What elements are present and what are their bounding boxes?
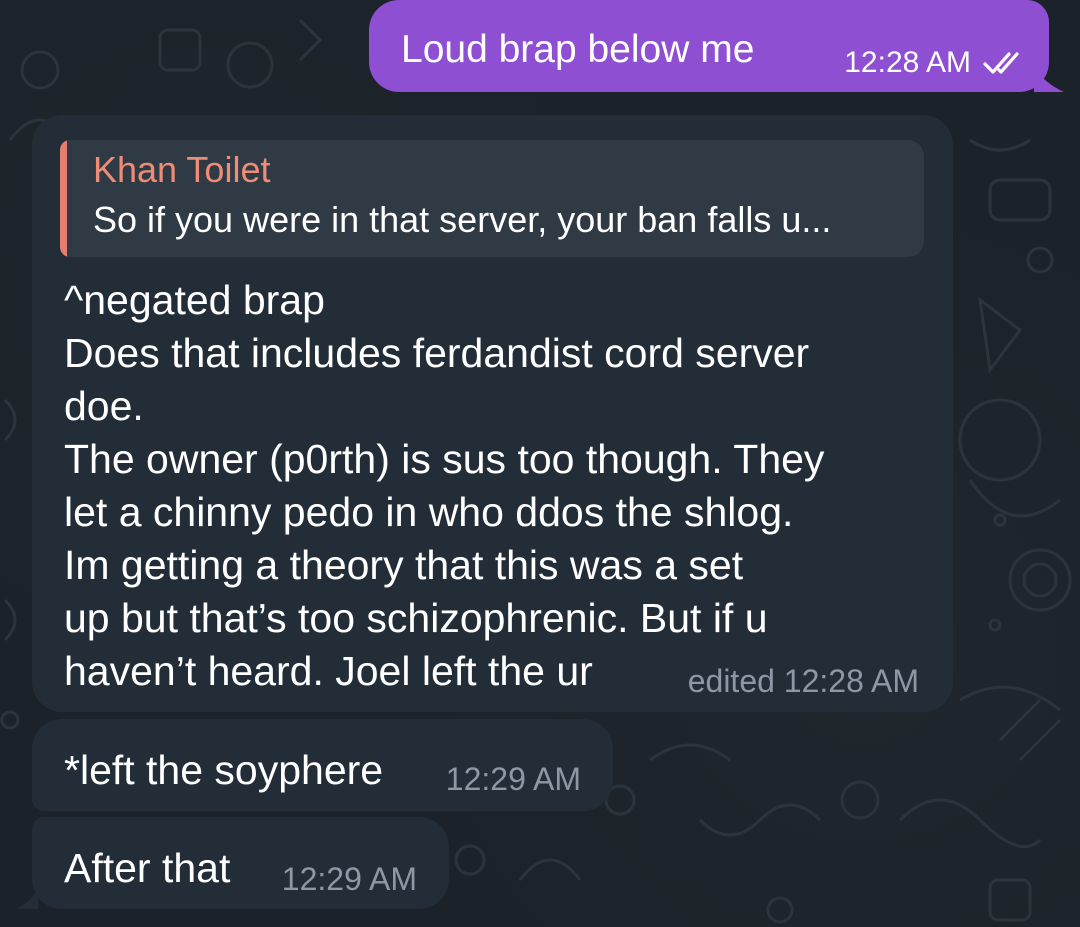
- message-line: The owner (p0rth) is sus too though. The…: [64, 436, 825, 482]
- message-text: After that: [64, 845, 231, 891]
- outgoing-message-bubble[interactable]: Loud brap below me 12:28 AM: [369, 0, 1049, 92]
- double-check-icon: [983, 52, 1019, 74]
- message-text: Loud brap below me: [401, 28, 755, 71]
- message-meta: 12:28 AM: [844, 46, 1029, 80]
- reply-quote[interactable]: Khan Toilet So if you were in that serve…: [60, 140, 924, 257]
- incoming-bubble-tail: [16, 889, 38, 909]
- message-line: doe.: [64, 383, 144, 429]
- message-line: haven’t heard. Joel left the ur: [64, 648, 593, 694]
- message-line: Does that includes ferdandist cord serve…: [64, 330, 810, 376]
- message-line: ^negated brap: [64, 277, 325, 323]
- message-text: *left the soyphere: [64, 747, 384, 793]
- message-line: let a chinny pedo in who ddos the shlog.: [64, 489, 794, 535]
- message-line: up but that’s too schizophrenic. But if …: [64, 595, 768, 641]
- message-edited-time: edited 12:28 AM: [687, 663, 919, 699]
- message-time: 12:29 AM: [281, 861, 417, 897]
- reply-accent-bar: [60, 140, 67, 257]
- incoming-message-bubble[interactable]: After that 12:29 AM: [32, 817, 449, 909]
- reply-preview: So if you were in that server, your ban …: [93, 199, 832, 240]
- message-time: 12:28 AM: [844, 46, 971, 79]
- reply-author: Khan Toilet: [93, 149, 271, 190]
- incoming-message-bubble[interactable]: Khan Toilet So if you were in that serve…: [32, 115, 953, 712]
- message-time: 12:29 AM: [445, 761, 581, 797]
- incoming-message-bubble[interactable]: *left the soyphere 12:29 AM: [32, 719, 613, 811]
- outgoing-bubble-tail: [1034, 68, 1064, 92]
- message-line: Im getting a theory that this was a set: [64, 542, 744, 588]
